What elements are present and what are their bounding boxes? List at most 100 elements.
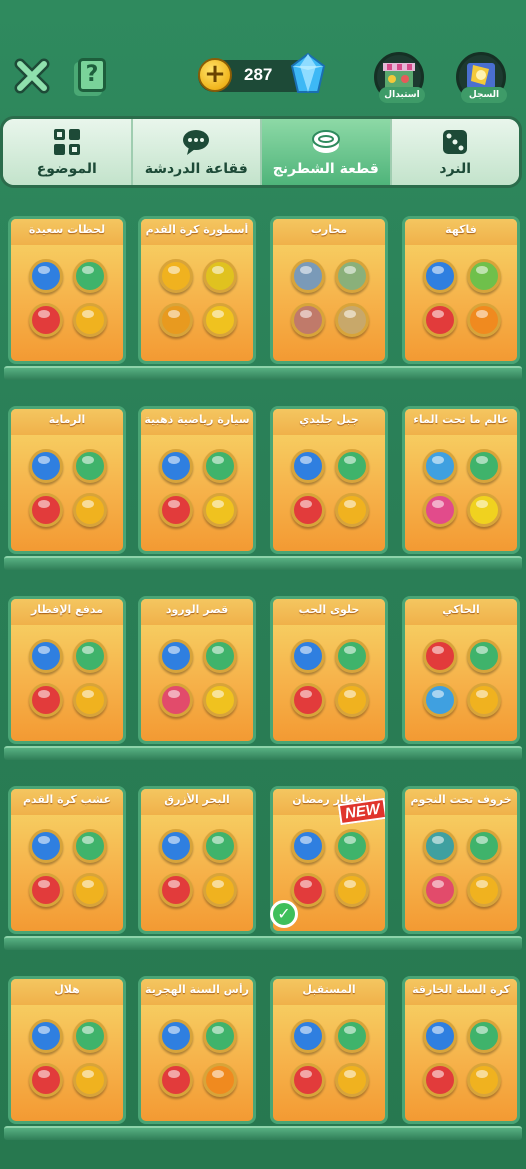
gem-icon: [290, 52, 326, 93]
piece-yellow: [73, 873, 107, 907]
shelf-plank: [4, 936, 522, 950]
piece-blue: [423, 1019, 457, 1053]
card-rose-palace[interactable]: قصر الورود: [138, 596, 256, 744]
piece-blue: [423, 449, 457, 483]
shelf-row: لحظات سعيدة أسطورة كرة القدم محارب فاكهة: [0, 204, 526, 386]
piece-blue: [291, 1019, 325, 1053]
piece-green: [73, 449, 107, 483]
piece-red: [291, 683, 325, 717]
tab-chess-piece-label: قطعة الشطرنج: [272, 161, 379, 177]
help-icon[interactable]: ?: [78, 58, 106, 92]
card-archery[interactable]: الرماية: [8, 406, 126, 554]
close-button[interactable]: [12, 56, 52, 96]
tab-chess-piece[interactable]: قطعة الشطرنج: [260, 119, 390, 185]
card-title: المستقبل: [302, 983, 356, 996]
piece-green: [467, 449, 501, 483]
gem-count: 287: [244, 65, 273, 84]
piece-yellow: [73, 683, 107, 717]
piece-red: [29, 873, 63, 907]
piece-blue: [159, 1019, 193, 1053]
dice-icon: [443, 130, 468, 154]
chess-piece-icon: [311, 130, 340, 153]
add-gems-icon[interactable]: +: [198, 58, 232, 92]
card-title: محارب: [310, 223, 348, 236]
card-title: فاكهة: [445, 223, 477, 236]
chess-piece-grid: لحظات سعيدة أسطورة كرة القدم محارب فاكهة: [0, 204, 526, 1169]
piece-green: [335, 829, 369, 863]
record-button[interactable]: السجل: [456, 52, 507, 103]
card-fruit[interactable]: فاكهة: [402, 216, 520, 364]
card-crescent[interactable]: هلال: [8, 976, 126, 1124]
card-title: كرة السلة الخارقة: [412, 983, 510, 996]
tab-chat-bubble[interactable]: فقاعة الدردشة: [130, 119, 260, 185]
card-football-legend[interactable]: أسطورة كرة القدم: [138, 216, 256, 364]
piece-green: [467, 829, 501, 863]
piece-blue: [159, 449, 193, 483]
piece-green: [203, 639, 237, 673]
piece-gold-red: [159, 303, 193, 337]
piece-red: [29, 303, 63, 337]
chat-icon: [183, 130, 210, 155]
piece-red: [29, 683, 63, 717]
piece-shield-blue: [291, 259, 325, 293]
card-underwater-world[interactable]: عالم ما تحت الماء: [402, 406, 520, 554]
piece-yellow: [467, 873, 501, 907]
card-title: حلوى الحب: [298, 603, 360, 616]
card-title: لحظات سعيدة: [28, 223, 106, 236]
card-hijri-new-year[interactable]: رأس السنة الهجرية: [138, 976, 256, 1124]
piece-blue: [423, 683, 457, 717]
shelf-row: مدفع الإفطار قصر الورود حلوى الحب الحاكي: [0, 584, 526, 766]
piece-shield-yellow: [335, 303, 369, 337]
piece-green: [73, 259, 107, 293]
piece-red: [291, 1063, 325, 1097]
piece-yellow: [73, 303, 107, 337]
piece-yellow: [73, 1063, 107, 1097]
card-title: رأس السنة الهجرية: [145, 983, 249, 996]
card-future[interactable]: المستقبل: [270, 976, 388, 1124]
card-warrior[interactable]: محارب: [270, 216, 388, 364]
piece-teal: [423, 829, 457, 863]
piece-shield-red: [291, 303, 325, 337]
piece-yellow: [335, 873, 369, 907]
close-icon[interactable]: [12, 56, 52, 96]
card-title: عالم ما تحت الماء: [413, 413, 509, 426]
card-title: خروف تحت النجوم: [410, 793, 512, 806]
piece-red: [423, 1063, 457, 1097]
piece-red: [291, 873, 325, 907]
card-title: مدفع الإفطار: [30, 603, 104, 616]
card-happy-moments[interactable]: لحظات سعيدة: [8, 216, 126, 364]
help-button[interactable]: ?: [72, 56, 112, 96]
piece-green: [467, 639, 501, 673]
shelf-plank: [4, 1126, 522, 1140]
card-gramophone[interactable]: الحاكي: [402, 596, 520, 744]
piece-green: [335, 449, 369, 483]
card-title: عشب كرة القدم: [23, 793, 111, 806]
card-blue-sea[interactable]: البحر الأزرق: [138, 786, 256, 934]
card-football-grass[interactable]: عشب كرة القدم: [8, 786, 126, 934]
piece-kiwi: [467, 259, 501, 293]
piece-green: [203, 449, 237, 483]
piece-red: [159, 1063, 193, 1097]
piece-yellow: [467, 493, 501, 527]
piece-blue: [29, 639, 63, 673]
card-title: جبل جليدي: [299, 413, 359, 426]
piece-blue: [291, 829, 325, 863]
card-super-basketball[interactable]: كرة السلة الخارقة: [402, 976, 520, 1124]
piece-green: [203, 829, 237, 863]
piece-green: [335, 639, 369, 673]
card-golden-sports-car[interactable]: سيارة رياضية ذهبية: [138, 406, 256, 554]
piece-yellow: [73, 493, 107, 527]
exchange-button[interactable]: استبدال: [374, 52, 425, 103]
card-sheep-under-stars[interactable]: خروف تحت النجوم: [402, 786, 520, 934]
piece-red: [291, 493, 325, 527]
card-title: أسطورة كرة القدم: [145, 223, 249, 236]
card-love-candy[interactable]: حلوى الحب: [270, 596, 388, 744]
tab-theme[interactable]: الموضوع: [3, 119, 131, 185]
card-iceberg[interactable]: جبل جليدي: [270, 406, 388, 554]
piece-blue: [29, 829, 63, 863]
card-iftar-cannon[interactable]: مدفع الإفطار: [8, 596, 126, 744]
piece-red: [29, 493, 63, 527]
tab-dice[interactable]: النرد: [389, 119, 519, 185]
card-title: الحاكي: [442, 603, 480, 616]
piece-red: [159, 493, 193, 527]
